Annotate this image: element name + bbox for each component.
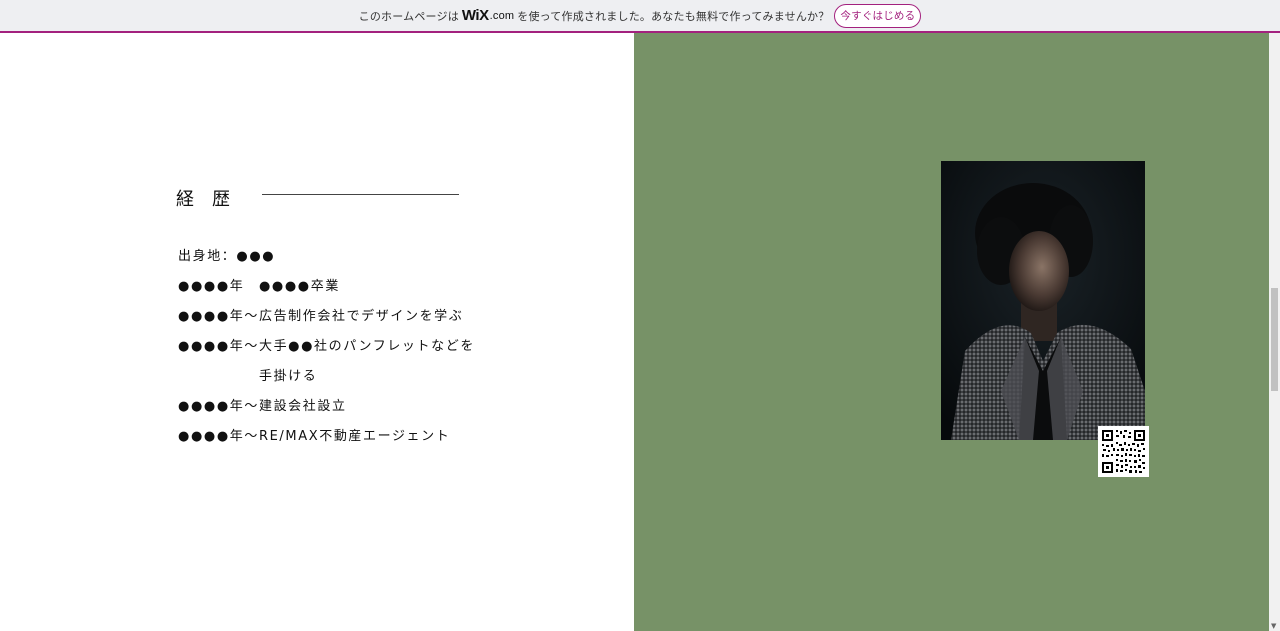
wix-promo-banner: このホームページは WiX .com を使って作成されました。あなたも無料で作っ… [0, 0, 1280, 33]
career-title: 経歴 [176, 189, 248, 210]
career-title-row: 経歴 [176, 185, 248, 211]
wix-banner-text-before: このホームページは [358, 9, 459, 23]
photo-panel [634, 33, 1269, 631]
career-list-item: ●●●●年～大手●●社のパンフレットなどを [178, 339, 475, 354]
career-list-item: ●●●●年～RE/MAX不動産エージェント [178, 429, 451, 444]
career-list-item: ●●●●年～建設会社設立 [178, 399, 347, 414]
wix-banner-message: このホームページは WiX .com を使って作成されました。あなたも無料で作っ… [358, 3, 922, 28]
wix-logo[interactable]: WiX [462, 7, 489, 24]
vertical-scrollbar[interactable]: ▼ [1269, 33, 1280, 631]
career-list: 出身地：●●● ●●●●年 ●●●●卒業 ●●●●年～広告制作会社でデザインを学ぶ ●… [178, 242, 475, 452]
qr-code-icon[interactable] [1098, 426, 1149, 477]
portrait-photo [941, 161, 1145, 440]
title-divider-line [262, 194, 459, 195]
wix-banner-text-after: を使って作成されました。あなたも無料で作ってみませんか？ [517, 9, 830, 23]
career-list-item: 手掛ける [259, 369, 318, 384]
page: このホームページは WiX .com を使って作成されました。あなたも無料で作っ… [0, 0, 1280, 631]
career-list-item: ●●●●年 ●●●●卒業 [178, 279, 340, 294]
career-section: 経歴 出身地：●●● ●●●●年 ●●●●卒業 ●●●●年～広告制作会社でデザインを… [0, 33, 634, 631]
career-list-item: ●●●●年～広告制作会社でデザインを学ぶ [178, 309, 464, 324]
start-now-button[interactable]: 今すぐはじめる [834, 3, 922, 28]
wix-logo-suffix[interactable]: .com [490, 10, 515, 22]
chevron-down-icon[interactable]: ▼ [1271, 622, 1276, 630]
career-list-item: 出身地：●●● [178, 249, 276, 264]
scrollbar-thumb[interactable] [1271, 288, 1278, 391]
